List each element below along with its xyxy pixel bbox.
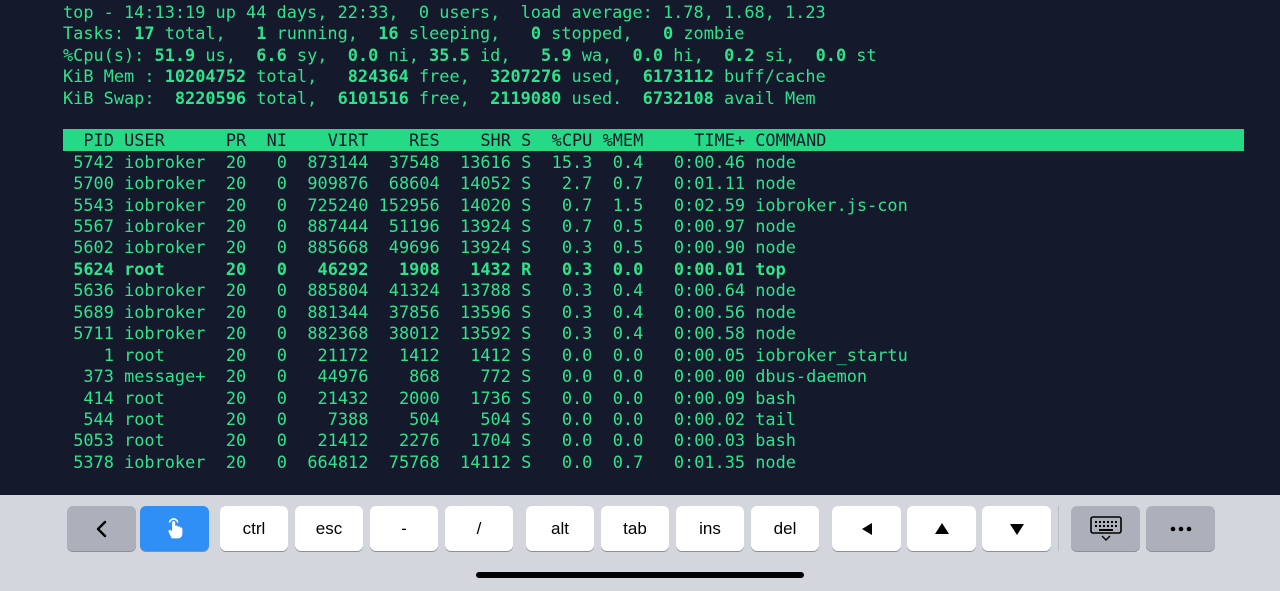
table-row: 5053 root 20 0 21412 2276 1704 S 0.0 0.0 0:00.03 ba… xyxy=(0,430,1280,451)
key-up-triangle[interactable] xyxy=(907,506,976,551)
key-slash[interactable]: / xyxy=(445,506,513,551)
key-ctrl[interactable]: ctrl xyxy=(220,506,288,551)
key-del[interactable]: del xyxy=(751,506,819,551)
cell-command: bash xyxy=(755,387,796,408)
cell-time: 0:01.35 xyxy=(673,451,746,472)
key-ins[interactable]: ins xyxy=(676,506,744,551)
cell-command: node xyxy=(755,151,796,172)
cell-command: bash xyxy=(755,430,796,451)
cell-command: node xyxy=(755,323,796,344)
table-row: 5636 iobroker 20 0 885804 41324 13788 S 0.3 0.4 0:… xyxy=(0,280,1280,301)
table-row: 5689 iobroker 20 0 881344 37856 13596 S 0.3 0.4 0:… xyxy=(0,302,1280,323)
table-row: 5543 iobroker 20 0 725240 152956 14020 S 0.7 1.5 0… xyxy=(0,195,1280,216)
left-triangle-icon xyxy=(859,521,875,537)
tasks-line: Tasks: 17 total, 1 running, 16 sleeping,… xyxy=(63,23,745,44)
cell-time: 0:00.02 xyxy=(673,409,746,429)
cell-time: 0:00.09 xyxy=(673,387,746,408)
cell-time: 0:02.59 xyxy=(673,194,746,215)
cell-time: 0:00.56 xyxy=(673,301,746,322)
key-tab[interactable]: tab xyxy=(601,506,669,551)
cell-command: iobroker_startu xyxy=(755,344,908,365)
uptime-line: top - 14:13:19 up 44 days, 22:33, 0 user… xyxy=(63,2,826,22)
cell-command: node xyxy=(755,237,796,258)
swap-line: KiB Swap: 8220596 total, 6101516 free, 2… xyxy=(63,87,816,108)
cell-command: tail xyxy=(755,409,796,429)
key-label: alt xyxy=(551,518,569,538)
key-chevron-left[interactable] xyxy=(67,506,136,551)
cell-time: 0:00.46 xyxy=(673,151,746,172)
cell-command: iobroker.js-con xyxy=(755,194,908,215)
key-esc[interactable]: esc xyxy=(295,506,363,551)
touch-hand-icon xyxy=(163,516,187,542)
cell-time: 0:00.00 xyxy=(673,366,746,387)
cell-command: top xyxy=(755,258,786,279)
keyboard-dismiss-icon xyxy=(1089,515,1122,542)
table-row: 5602 iobroker 20 0 885668 49696 13924 S 0.3 0.5 0:… xyxy=(0,237,1280,258)
key-label: - xyxy=(401,518,407,538)
cell-command: node xyxy=(755,301,796,322)
up-triangle-icon xyxy=(933,521,951,537)
extra-keys-toolbar: ctrl esc - / alt tab ins del xyxy=(0,495,1280,591)
key-touch-hand[interactable] xyxy=(140,506,209,551)
cell-command: node xyxy=(755,451,796,472)
cell-time: 0:00.90 xyxy=(673,237,746,258)
home-indicator[interactable] xyxy=(476,572,804,578)
table-row: 5700 iobroker 20 0 909876 68604 14052 S 2.7 0.7 0:… xyxy=(0,173,1280,194)
table-row: 1 root 20 0 21172 1412 1412 S 0.0 0.0 0:00.05 iobro… xyxy=(0,345,1280,366)
cell-time: 0:00.58 xyxy=(673,323,746,344)
key-label: ctrl xyxy=(242,518,266,538)
chevron-left-icon xyxy=(95,520,109,538)
key-label: tab xyxy=(623,518,647,538)
table-row: 414 root 20 0 21432 2000 1736 S 0.0 0.0 0:00.09 bas… xyxy=(0,388,1280,409)
column-header-command: COMMAND xyxy=(755,130,827,150)
table-row: 5378 iobroker 20 0 664812 75768 14112 S 0.0 0.7 0:… xyxy=(0,452,1280,473)
key-label: ins xyxy=(699,518,721,538)
more-icon xyxy=(1170,526,1192,532)
cell-time: 0:00.97 xyxy=(673,215,746,236)
mem-line: KiB Mem : 10204752 total, 824364 free, 3… xyxy=(63,66,826,87)
cell-time: 0:00.03 xyxy=(673,430,746,451)
key-more[interactable] xyxy=(1146,506,1215,551)
cell-command: node xyxy=(755,173,796,194)
table-row: 5567 iobroker 20 0 887444 51196 13924 S 0.7 0.5 0:… xyxy=(0,216,1280,237)
cell-time: 0:01.11 xyxy=(673,173,746,194)
table-row: 5624 root 20 0 46292 1908 1432 R 0.3 0.0 0:00.01 to… xyxy=(0,259,1280,280)
key-label: del xyxy=(773,518,797,538)
down-triangle-icon xyxy=(1008,521,1026,537)
cell-time: 0:00.64 xyxy=(673,280,746,301)
toolbar-separator xyxy=(1058,506,1059,551)
process-table-header: PID USER PR NI VIRT RES SHR S %CPU %MEM TIME+ COMMA… xyxy=(63,129,1244,151)
table-row: 544 root 20 0 7388 504 504 S 0.0 0.0 0:00.02 tail xyxy=(0,409,1280,430)
key-keyboard-dismiss[interactable] xyxy=(1071,506,1140,551)
key-label: / xyxy=(476,518,482,538)
cell-time: 0:00.01 xyxy=(673,258,746,279)
terminal-screen[interactable]: top - 14:13:19 up 44 days, 22:33, 0 user… xyxy=(0,0,1280,495)
key-alt[interactable]: alt xyxy=(526,506,594,551)
cell-command: node xyxy=(755,280,796,301)
cpu-line: %Cpu(s): 51.9 us, 6.6 sy, 0.0 ni, 35.5 i… xyxy=(63,44,877,65)
column-header-time: TIME+ xyxy=(694,130,746,150)
key-dash[interactable]: - xyxy=(370,506,438,551)
cell-command: dbus-daemon xyxy=(755,366,868,387)
key-left-triangle[interactable] xyxy=(832,506,901,551)
table-row: 373 message+ 20 0 44976 868 772 S 0.0 0.0 0:00.00 d… xyxy=(0,366,1280,387)
table-row: 5742 iobroker 20 0 873144 37548 13616 S 15.3 0.4 0… xyxy=(0,152,1280,173)
key-label: esc xyxy=(315,518,343,538)
cell-command: node xyxy=(755,215,796,236)
table-row: 5711 iobroker 20 0 882368 38012 13592 S 0.3 0.4 0:… xyxy=(0,323,1280,344)
cell-time: 0:00.05 xyxy=(673,344,746,365)
key-down-triangle[interactable] xyxy=(982,506,1051,551)
